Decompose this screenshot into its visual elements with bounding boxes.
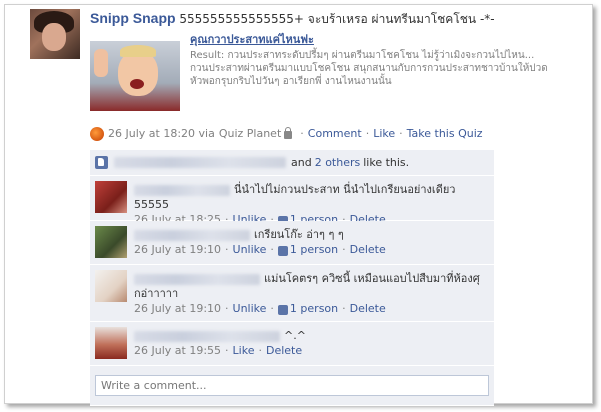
delete-comment-link[interactable]: Delete (266, 343, 302, 358)
comment-timestamp: 26 July at 19:10 (134, 302, 222, 315)
like-action-link[interactable]: Like (373, 126, 395, 142)
redacted-commenter-name[interactable] (134, 273, 260, 285)
likes-others-link[interactable]: 2 others (315, 156, 361, 169)
comment-timestamp: 26 July at 19:10 (134, 243, 222, 256)
story-header: Snipp Snapp 555555555555555+ จะบร้าเหรอ … (90, 10, 590, 27)
status-message: 555555555555555+ จะบร้าเหรอ ผ่านทรีนมาโช… (179, 12, 495, 26)
comment-likes-link[interactable]: 1 person (290, 242, 338, 257)
author-avatar[interactable] (30, 9, 80, 59)
attachment-thumbnail[interactable] (90, 41, 180, 111)
story-timestamp: 26 July at 18:20 via (108, 127, 215, 140)
separator: · (399, 127, 403, 140)
comment-timestamp: 26 July at 19:55 (134, 344, 222, 357)
write-comment-input[interactable]: Write a comment... (95, 375, 489, 396)
comment-item: เกรียนโก๊ะ อ่าๆ ๆ ๆ 26 July at 19:10 · U… (90, 221, 494, 265)
likes-suffix-text: like this. (363, 156, 410, 169)
attachment-description: Result: กวนประสาทระดับปรี้มๆ ผ่านตรีนมาโ… (190, 50, 548, 87)
like-comment-link[interactable]: Like (233, 343, 255, 358)
feed-story-card: Snipp Snapp 555555555555555+ จะบร้าเหรอ … (4, 4, 593, 406)
unlike-link[interactable]: Unlike (233, 301, 267, 316)
separator: · (365, 127, 370, 140)
lock-icon (284, 127, 293, 139)
commenter-avatar[interactable] (95, 181, 127, 213)
comment-item: แม่นโคตรๆ ควิซนี้ เหมือนแอบไปสืบมาที่ห้อ… (90, 265, 494, 322)
delete-comment-link[interactable]: Delete (350, 242, 386, 257)
comment-item: นี่นำไปไม่กวนประสาท นี่นำไปเกรียนอย่างเด… (90, 176, 494, 226)
take-quiz-link[interactable]: Take this Quiz (407, 126, 483, 142)
attachment-body: คุณกวาประสาทแค่ไหนฟะ Result: กวนประสาทระ… (190, 33, 550, 88)
like-thumb-icon (277, 245, 288, 256)
quiz-app-icon (90, 127, 104, 141)
commenter-avatar[interactable] (95, 226, 127, 258)
comment-composer-row: Write a comment... (90, 366, 494, 406)
redacted-names (114, 157, 286, 168)
comment-text: เกรียนโก๊ะ อ่าๆ ๆ ๆ (254, 228, 344, 241)
story-meta: 26 July at 18:20 via Quiz Planet · Comme… (90, 126, 483, 142)
delete-comment-link[interactable]: Delete (350, 301, 386, 316)
app-link[interactable]: Quiz Planet (219, 126, 281, 142)
likes-and-text: and (291, 156, 312, 169)
redacted-commenter-name[interactable] (134, 184, 230, 196)
like-thumb-icon (277, 304, 288, 315)
comment-likes-link[interactable]: 1 person (290, 301, 338, 316)
like-thumb-icon (95, 156, 108, 169)
likes-summary-row: and 2 others like this. (90, 150, 494, 176)
comment-item: ^.^ 26 July at 19:55 · Like · Delete (90, 322, 494, 366)
redacted-commenter-name[interactable] (134, 229, 250, 241)
attachment-title-link[interactable]: คุณกวาประสาทแค่ไหนฟะ (190, 33, 550, 46)
feedback-section: and 2 others like this. นี่นำไปไม่กวนประ… (90, 150, 494, 406)
redacted-commenter-name[interactable] (134, 330, 280, 342)
unlike-link[interactable]: Unlike (233, 242, 267, 257)
author-name-link[interactable]: Snipp Snapp (90, 10, 176, 26)
commenter-avatar[interactable] (95, 327, 127, 359)
comment-action-link[interactable]: Comment (308, 126, 362, 142)
comment-text: ^.^ (284, 329, 306, 342)
separator: · (300, 127, 304, 140)
commenter-avatar[interactable] (95, 270, 127, 302)
